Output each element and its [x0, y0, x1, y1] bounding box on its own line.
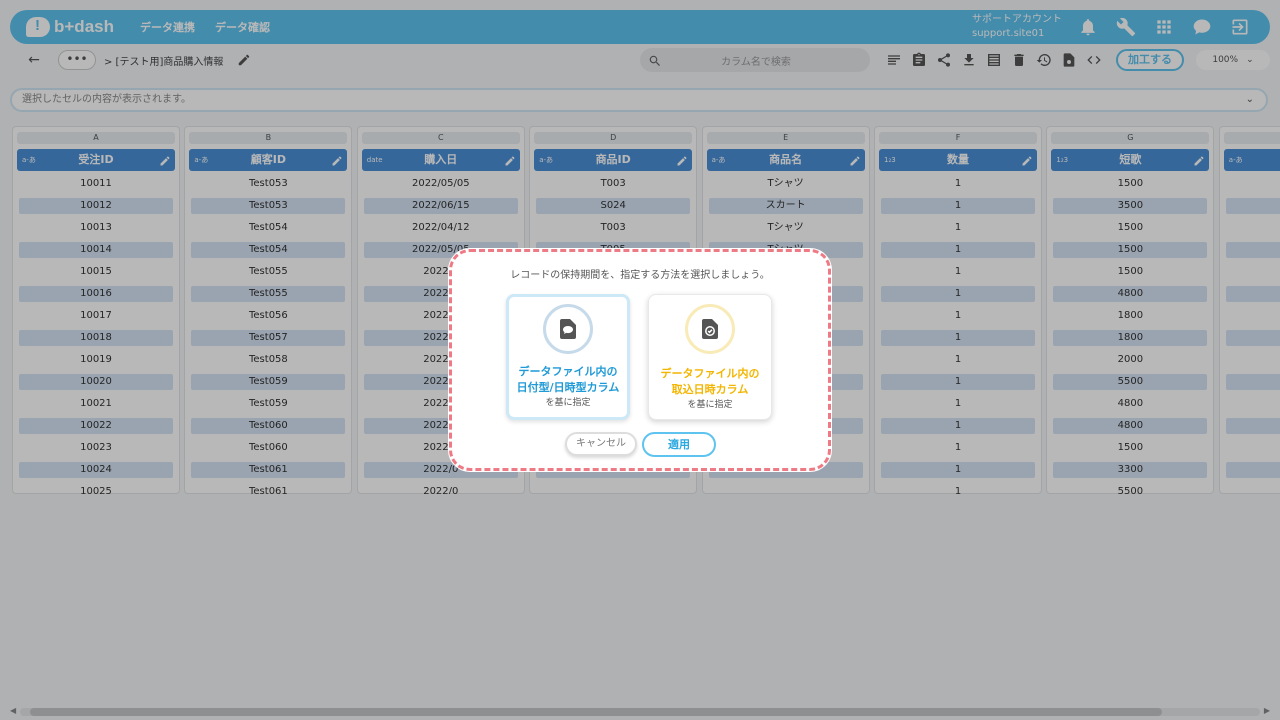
option-date-column[interactable]: データファイル内の 日付型/日時型カラム を基に指定: [506, 294, 630, 420]
option-a-line3: を基に指定: [545, 398, 591, 408]
retention-method-dialog: レコードの保持期間を、指定する方法を選択しましょう。 データファイル内の 日付型…: [448, 248, 832, 472]
cancel-button[interactable]: キャンセル: [565, 432, 637, 456]
option-a-icon-ring: [543, 304, 593, 354]
option-a-line1: データファイル内の 日付型/日時型カラム: [516, 365, 620, 394]
option-b-line3: を基に指定: [687, 400, 733, 410]
option-import-datetime-column[interactable]: データファイル内の 取込日時カラム を基に指定: [648, 294, 772, 420]
apply-button[interactable]: 適用: [642, 432, 716, 457]
chat-file-icon: [560, 319, 576, 339]
option-b-line1: データファイル内の 取込日時カラム: [660, 367, 760, 396]
file-check-icon: [702, 319, 718, 339]
option-b-icon-ring: [685, 304, 735, 354]
dialog-title: レコードの保持期間を、指定する方法を選択しましょう。: [510, 270, 770, 281]
